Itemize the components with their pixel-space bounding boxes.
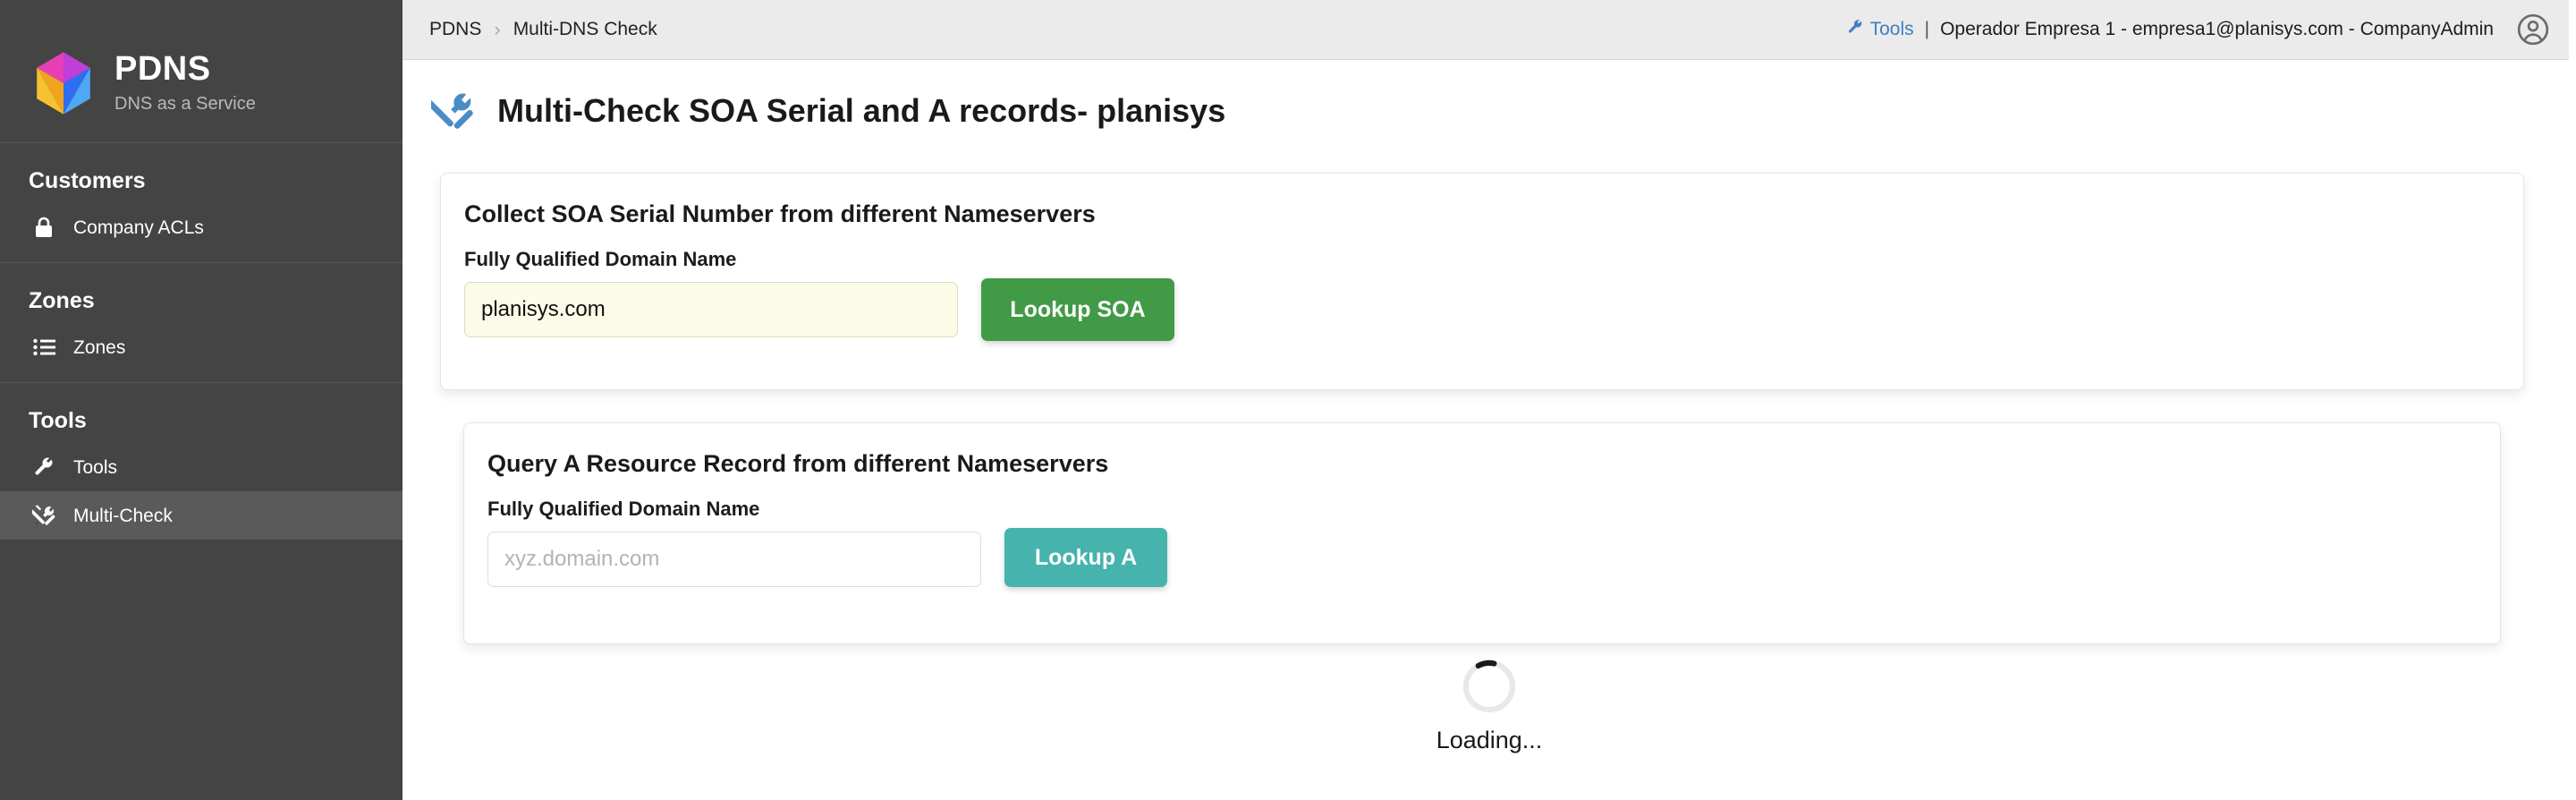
lookup-soa-button[interactable]: Lookup SOA xyxy=(981,278,1174,341)
loading-indicator: Loading... xyxy=(402,659,2576,754)
header-tools-link[interactable]: Tools xyxy=(1847,19,1914,41)
sidebar-heading-customers: Customers xyxy=(0,143,402,203)
sidebar: PDNS DNS as a Service Customers Company … xyxy=(0,0,402,800)
fqdn-field-group: Fully Qualified Domain Name xyxy=(487,498,981,587)
sidebar-section-zones: Zones Zones xyxy=(0,263,402,383)
fqdn-label: Fully Qualified Domain Name xyxy=(487,498,981,521)
sidebar-item-zones[interactable]: Zones xyxy=(0,323,402,371)
card-title: Query A Resource Record from different N… xyxy=(464,423,2500,478)
brand-subtitle: DNS as a Service xyxy=(114,93,256,115)
chevron-right-icon: › xyxy=(494,18,500,41)
header-tools-label: Tools xyxy=(1870,19,1914,40)
sidebar-item-tools[interactable]: Tools xyxy=(0,443,402,491)
fqdn-field-group: Fully Qualified Domain Name xyxy=(464,248,958,337)
app-root: PDNS DNS as a Service Customers Company … xyxy=(0,0,2576,800)
sidebar-section-customers: Customers Company ACLs xyxy=(0,143,402,263)
list-icon xyxy=(32,336,55,359)
hex-cube-logo-icon xyxy=(32,51,95,115)
header-user-info: Operador Empresa 1 - empresa1@planisys.c… xyxy=(1940,19,2494,40)
card-title: Collect SOA Serial Number from different… xyxy=(441,174,2523,228)
breadcrumb-current: Multi-DNS Check xyxy=(513,19,657,40)
card-field-row: Fully Qualified Domain Name Lookup A xyxy=(464,478,2500,587)
sidebar-item-label: Zones xyxy=(73,338,125,357)
loading-text: Loading... xyxy=(1436,727,1543,754)
page-title: Multi-Check SOA Serial and A records- pl… xyxy=(497,93,1225,129)
sidebar-heading-tools: Tools xyxy=(0,383,402,443)
wrench-icon xyxy=(32,455,55,479)
brand[interactable]: PDNS DNS as a Service xyxy=(0,0,402,143)
tools-cross-icon xyxy=(32,504,55,527)
lock-icon xyxy=(32,216,55,239)
card-query-a-record: Query A Resource Record from different N… xyxy=(463,422,2501,644)
fqdn-label: Fully Qualified Domain Name xyxy=(464,248,958,271)
breadcrumb: PDNS › Multi-DNS Check xyxy=(402,18,657,41)
top-header: PDNS › Multi-DNS Check Tools | Operador … xyxy=(402,0,2569,60)
sidebar-item-label: Multi-Check xyxy=(73,506,173,525)
page-title-row: Multi-Check SOA Serial and A records- pl… xyxy=(402,61,2576,132)
lookup-a-button[interactable]: Lookup A xyxy=(1004,528,1167,587)
spinner-icon xyxy=(1462,659,1517,714)
sidebar-item-label: Company ACLs xyxy=(73,218,204,237)
breadcrumb-root[interactable]: PDNS xyxy=(429,19,481,40)
card-collect-soa-serial: Collect SOA Serial Number from different… xyxy=(440,173,2524,390)
wrench-icon xyxy=(1847,19,1864,41)
sidebar-section-tools: Tools Tools xyxy=(0,383,402,550)
sidebar-heading-zones: Zones xyxy=(0,263,402,323)
tools-cross-icon xyxy=(431,89,474,132)
user-circle-icon[interactable] xyxy=(2513,10,2553,49)
fqdn-soa-input[interactable] xyxy=(464,282,958,337)
fqdn-a-input[interactable] xyxy=(487,532,981,587)
header-user-area: Tools | Operador Empresa 1 - empresa1@pl… xyxy=(1847,10,2569,49)
card-field-row: Fully Qualified Domain Name Lookup SOA xyxy=(441,228,2523,341)
sidebar-item-label: Tools xyxy=(73,458,117,477)
header-divider: | xyxy=(1923,19,1931,40)
sidebar-item-multi-check[interactable]: Multi-Check xyxy=(0,491,402,540)
main-content: Multi-Check SOA Serial and A records- pl… xyxy=(402,61,2576,800)
brand-title: PDNS xyxy=(114,51,256,89)
sidebar-item-company-acls[interactable]: Company ACLs xyxy=(0,203,402,251)
